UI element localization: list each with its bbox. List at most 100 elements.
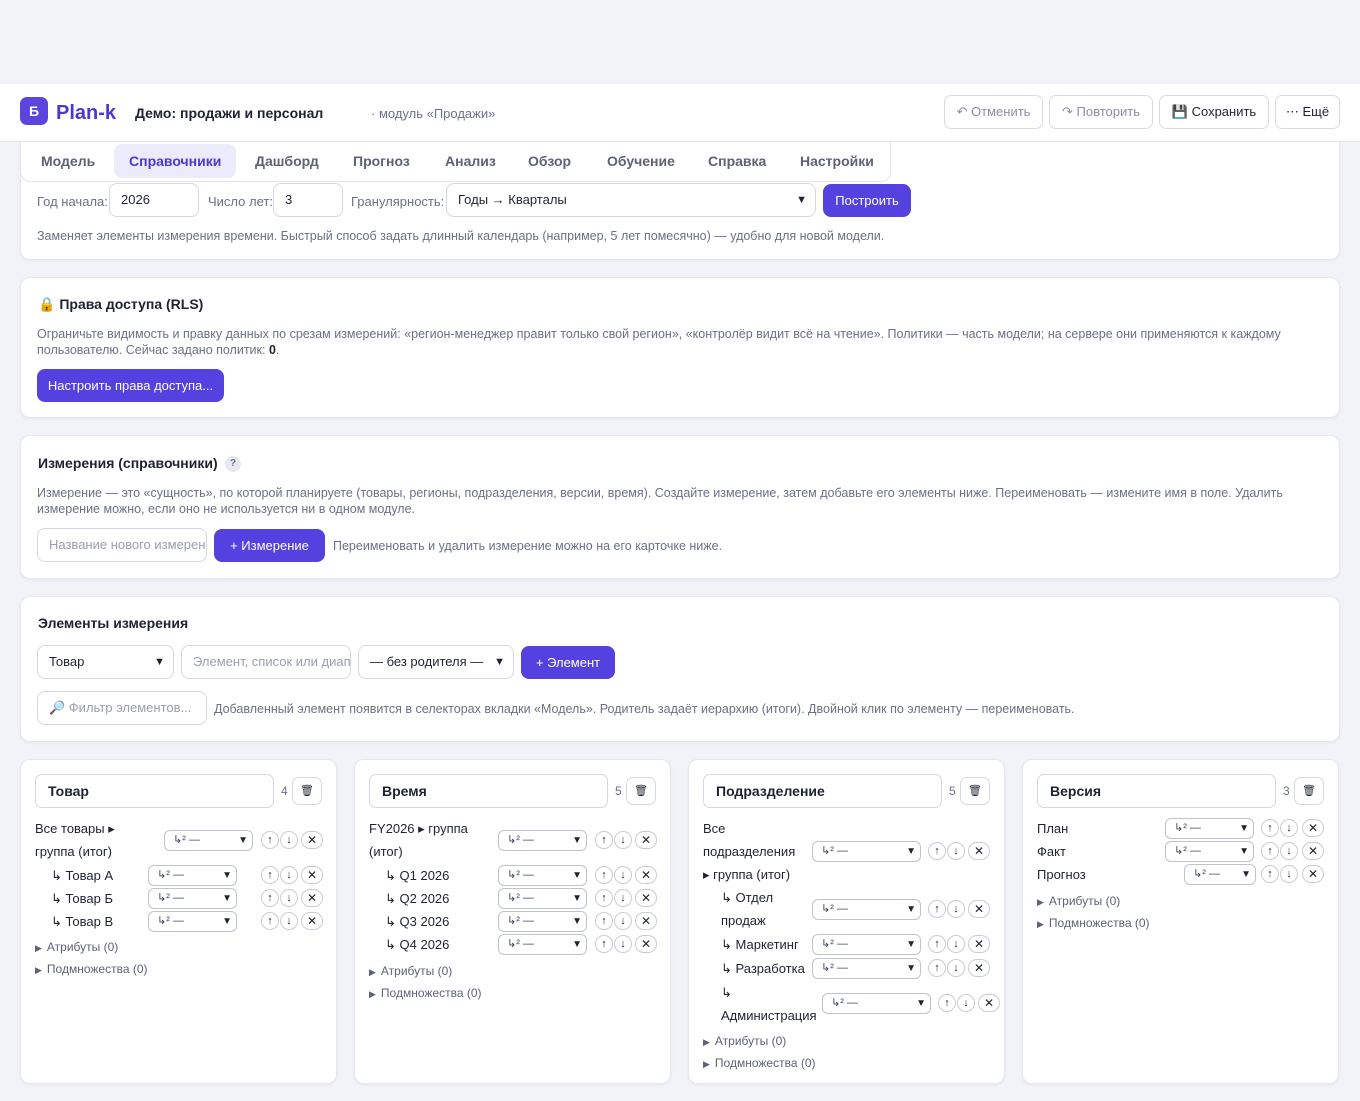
parent-select[interactable]: ↳² — ▼ <box>498 830 587 851</box>
element-name[interactable]: Прогноз <box>1037 863 1086 886</box>
add-dimension-button[interactable]: + Измерение <box>214 529 325 562</box>
move-up-button[interactable]: ↑ <box>928 959 946 977</box>
parent-select[interactable]: ↳² — ▼ <box>812 899 921 920</box>
element-name[interactable]: Факт <box>1037 840 1066 863</box>
element-root[interactable]: FY2026 ▸ группа (итог) <box>369 817 468 863</box>
attributes-toggle[interactable]: ▶ Атрибуты (0) <box>703 1034 786 1048</box>
move-down-button[interactable]: ↓ <box>614 935 632 953</box>
delete-element-button[interactable]: ✕ <box>301 912 323 930</box>
dimension-name-input[interactable]: Версия <box>1037 774 1276 808</box>
parent-select[interactable]: ↳² — ▼ <box>148 911 237 932</box>
move-down-button[interactable]: ↓ <box>1280 819 1298 837</box>
subsets-toggle[interactable]: ▶ Подмножества (0) <box>369 986 482 1000</box>
delete-element-button[interactable]: ✕ <box>1302 819 1324 837</box>
trash-icon[interactable]: 🗑 <box>1294 777 1324 805</box>
save-button[interactable]: 💾 Сохранить <box>1159 95 1269 129</box>
move-down-button[interactable]: ↓ <box>947 900 965 918</box>
move-up-button[interactable]: ↑ <box>1261 819 1279 837</box>
element-name[interactable]: ↳ Q4 2026 <box>385 933 449 956</box>
element-name[interactable]: ↳ Товар А <box>51 864 113 887</box>
element-input[interactable]: Элемент, список или диапазон <box>181 645 351 679</box>
parent-select[interactable]: ↳² — ▼ <box>822 993 931 1014</box>
dimension-name-input[interactable]: Товар <box>35 774 274 808</box>
tab-forecast[interactable]: Прогноз <box>338 144 425 178</box>
trash-icon[interactable]: 🗑 <box>960 777 990 805</box>
element-name[interactable]: ↳ Маркетинг <box>721 933 799 956</box>
tab-help[interactable]: Справка <box>693 144 781 178</box>
move-up-button[interactable]: ↑ <box>938 994 956 1012</box>
element-root[interactable]: Все подразделения ▸ группа (итог) <box>703 817 795 886</box>
element-name[interactable]: План <box>1037 817 1068 840</box>
tab-directories[interactable]: Справочники <box>114 144 237 178</box>
help-icon[interactable]: ? <box>225 456 241 472</box>
tab-settings[interactable]: Настройки <box>785 144 889 178</box>
element-name[interactable]: ↳ Отдел продаж <box>721 886 773 932</box>
move-down-button[interactable]: ↓ <box>280 889 298 907</box>
element-name[interactable]: ↳ Товар В <box>51 910 113 933</box>
subsets-toggle[interactable]: ▶ Подмножества (0) <box>1037 916 1150 930</box>
start-year-input[interactable]: 2026 <box>109 183 199 217</box>
parent-select[interactable]: — без родителя — ▼ <box>358 645 514 679</box>
tab-model[interactable]: Модель <box>26 144 110 178</box>
move-up-button[interactable]: ↑ <box>595 831 613 849</box>
parent-select[interactable]: ↳² — ▼ <box>1184 864 1256 885</box>
move-down-button[interactable]: ↓ <box>280 912 298 930</box>
delete-element-button[interactable]: ✕ <box>635 912 657 930</box>
parent-select[interactable]: ↳² — ▼ <box>498 911 587 932</box>
move-up-button[interactable]: ↑ <box>928 842 946 860</box>
delete-element-button[interactable]: ✕ <box>968 900 990 918</box>
years-input[interactable]: 3 <box>273 183 343 217</box>
delete-element-button[interactable]: ✕ <box>1302 865 1324 883</box>
move-down-button[interactable]: ↓ <box>614 889 632 907</box>
element-name[interactable]: ↳ Q1 2026 <box>385 864 449 887</box>
move-up-button[interactable]: ↑ <box>595 935 613 953</box>
subsets-toggle[interactable]: ▶ Подмножества (0) <box>703 1056 816 1070</box>
element-filter-input[interactable]: 🔎 Фильтр элементов... <box>37 691 207 725</box>
delete-element-button[interactable]: ✕ <box>968 959 990 977</box>
delete-element-button[interactable]: ✕ <box>301 889 323 907</box>
trash-icon[interactable]: 🗑 <box>626 777 656 805</box>
attributes-toggle[interactable]: ▶ Атрибуты (0) <box>1037 894 1120 908</box>
move-up-button[interactable]: ↑ <box>1261 842 1279 860</box>
move-up-button[interactable]: ↑ <box>928 935 946 953</box>
move-down-button[interactable]: ↓ <box>614 866 632 884</box>
move-up-button[interactable]: ↑ <box>261 912 279 930</box>
element-name[interactable]: ↳ Администрация <box>721 981 817 1027</box>
delete-element-button[interactable]: ✕ <box>1302 842 1324 860</box>
move-up-button[interactable]: ↑ <box>595 889 613 907</box>
parent-select[interactable]: ↳² — ▼ <box>498 934 587 955</box>
move-up-button[interactable]: ↑ <box>261 889 279 907</box>
parent-select[interactable]: ↳² — ▼ <box>498 888 587 909</box>
parent-select[interactable]: ↳² — ▼ <box>1165 841 1254 862</box>
undo-button[interactable]: ↶ Отменить <box>944 95 1043 129</box>
delete-element-button[interactable]: ✕ <box>978 994 1000 1012</box>
move-up-button[interactable]: ↑ <box>595 912 613 930</box>
tab-dashboard[interactable]: Дашборд <box>240 144 334 178</box>
move-down-button[interactable]: ↓ <box>614 912 632 930</box>
move-up-button[interactable]: ↑ <box>261 831 279 849</box>
move-up-button[interactable]: ↑ <box>1261 865 1279 883</box>
delete-element-button[interactable]: ✕ <box>635 831 657 849</box>
parent-select[interactable]: ↳² — ▼ <box>148 865 237 886</box>
delete-element-button[interactable]: ✕ <box>968 842 990 860</box>
delete-element-button[interactable]: ✕ <box>635 935 657 953</box>
move-down-button[interactable]: ↓ <box>957 994 975 1012</box>
move-down-button[interactable]: ↓ <box>614 831 632 849</box>
delete-element-button[interactable]: ✕ <box>635 889 657 907</box>
build-button[interactable]: Построить <box>823 184 911 217</box>
parent-select[interactable]: ↳² — ▼ <box>148 888 237 909</box>
tab-analysis[interactable]: Анализ <box>430 144 511 178</box>
trash-icon[interactable]: 🗑 <box>292 777 322 805</box>
element-root[interactable]: Все товары ▸ группа (итог) <box>35 817 115 863</box>
move-down-button[interactable]: ↓ <box>947 959 965 977</box>
parent-select[interactable]: ↳² — ▼ <box>812 934 921 955</box>
configure-rls-button[interactable]: Настроить права доступа... <box>37 369 224 402</box>
element-name[interactable]: ↳ Разработка <box>721 957 805 980</box>
delete-element-button[interactable]: ✕ <box>968 935 990 953</box>
parent-select[interactable]: ↳² — ▼ <box>812 841 921 862</box>
move-up-button[interactable]: ↑ <box>261 866 279 884</box>
add-element-button[interactable]: + Элемент <box>521 646 615 679</box>
delete-element-button[interactable]: ✕ <box>635 866 657 884</box>
parent-select[interactable]: ↳² — ▼ <box>498 865 587 886</box>
element-name[interactable]: ↳ Товар Б <box>51 887 113 910</box>
